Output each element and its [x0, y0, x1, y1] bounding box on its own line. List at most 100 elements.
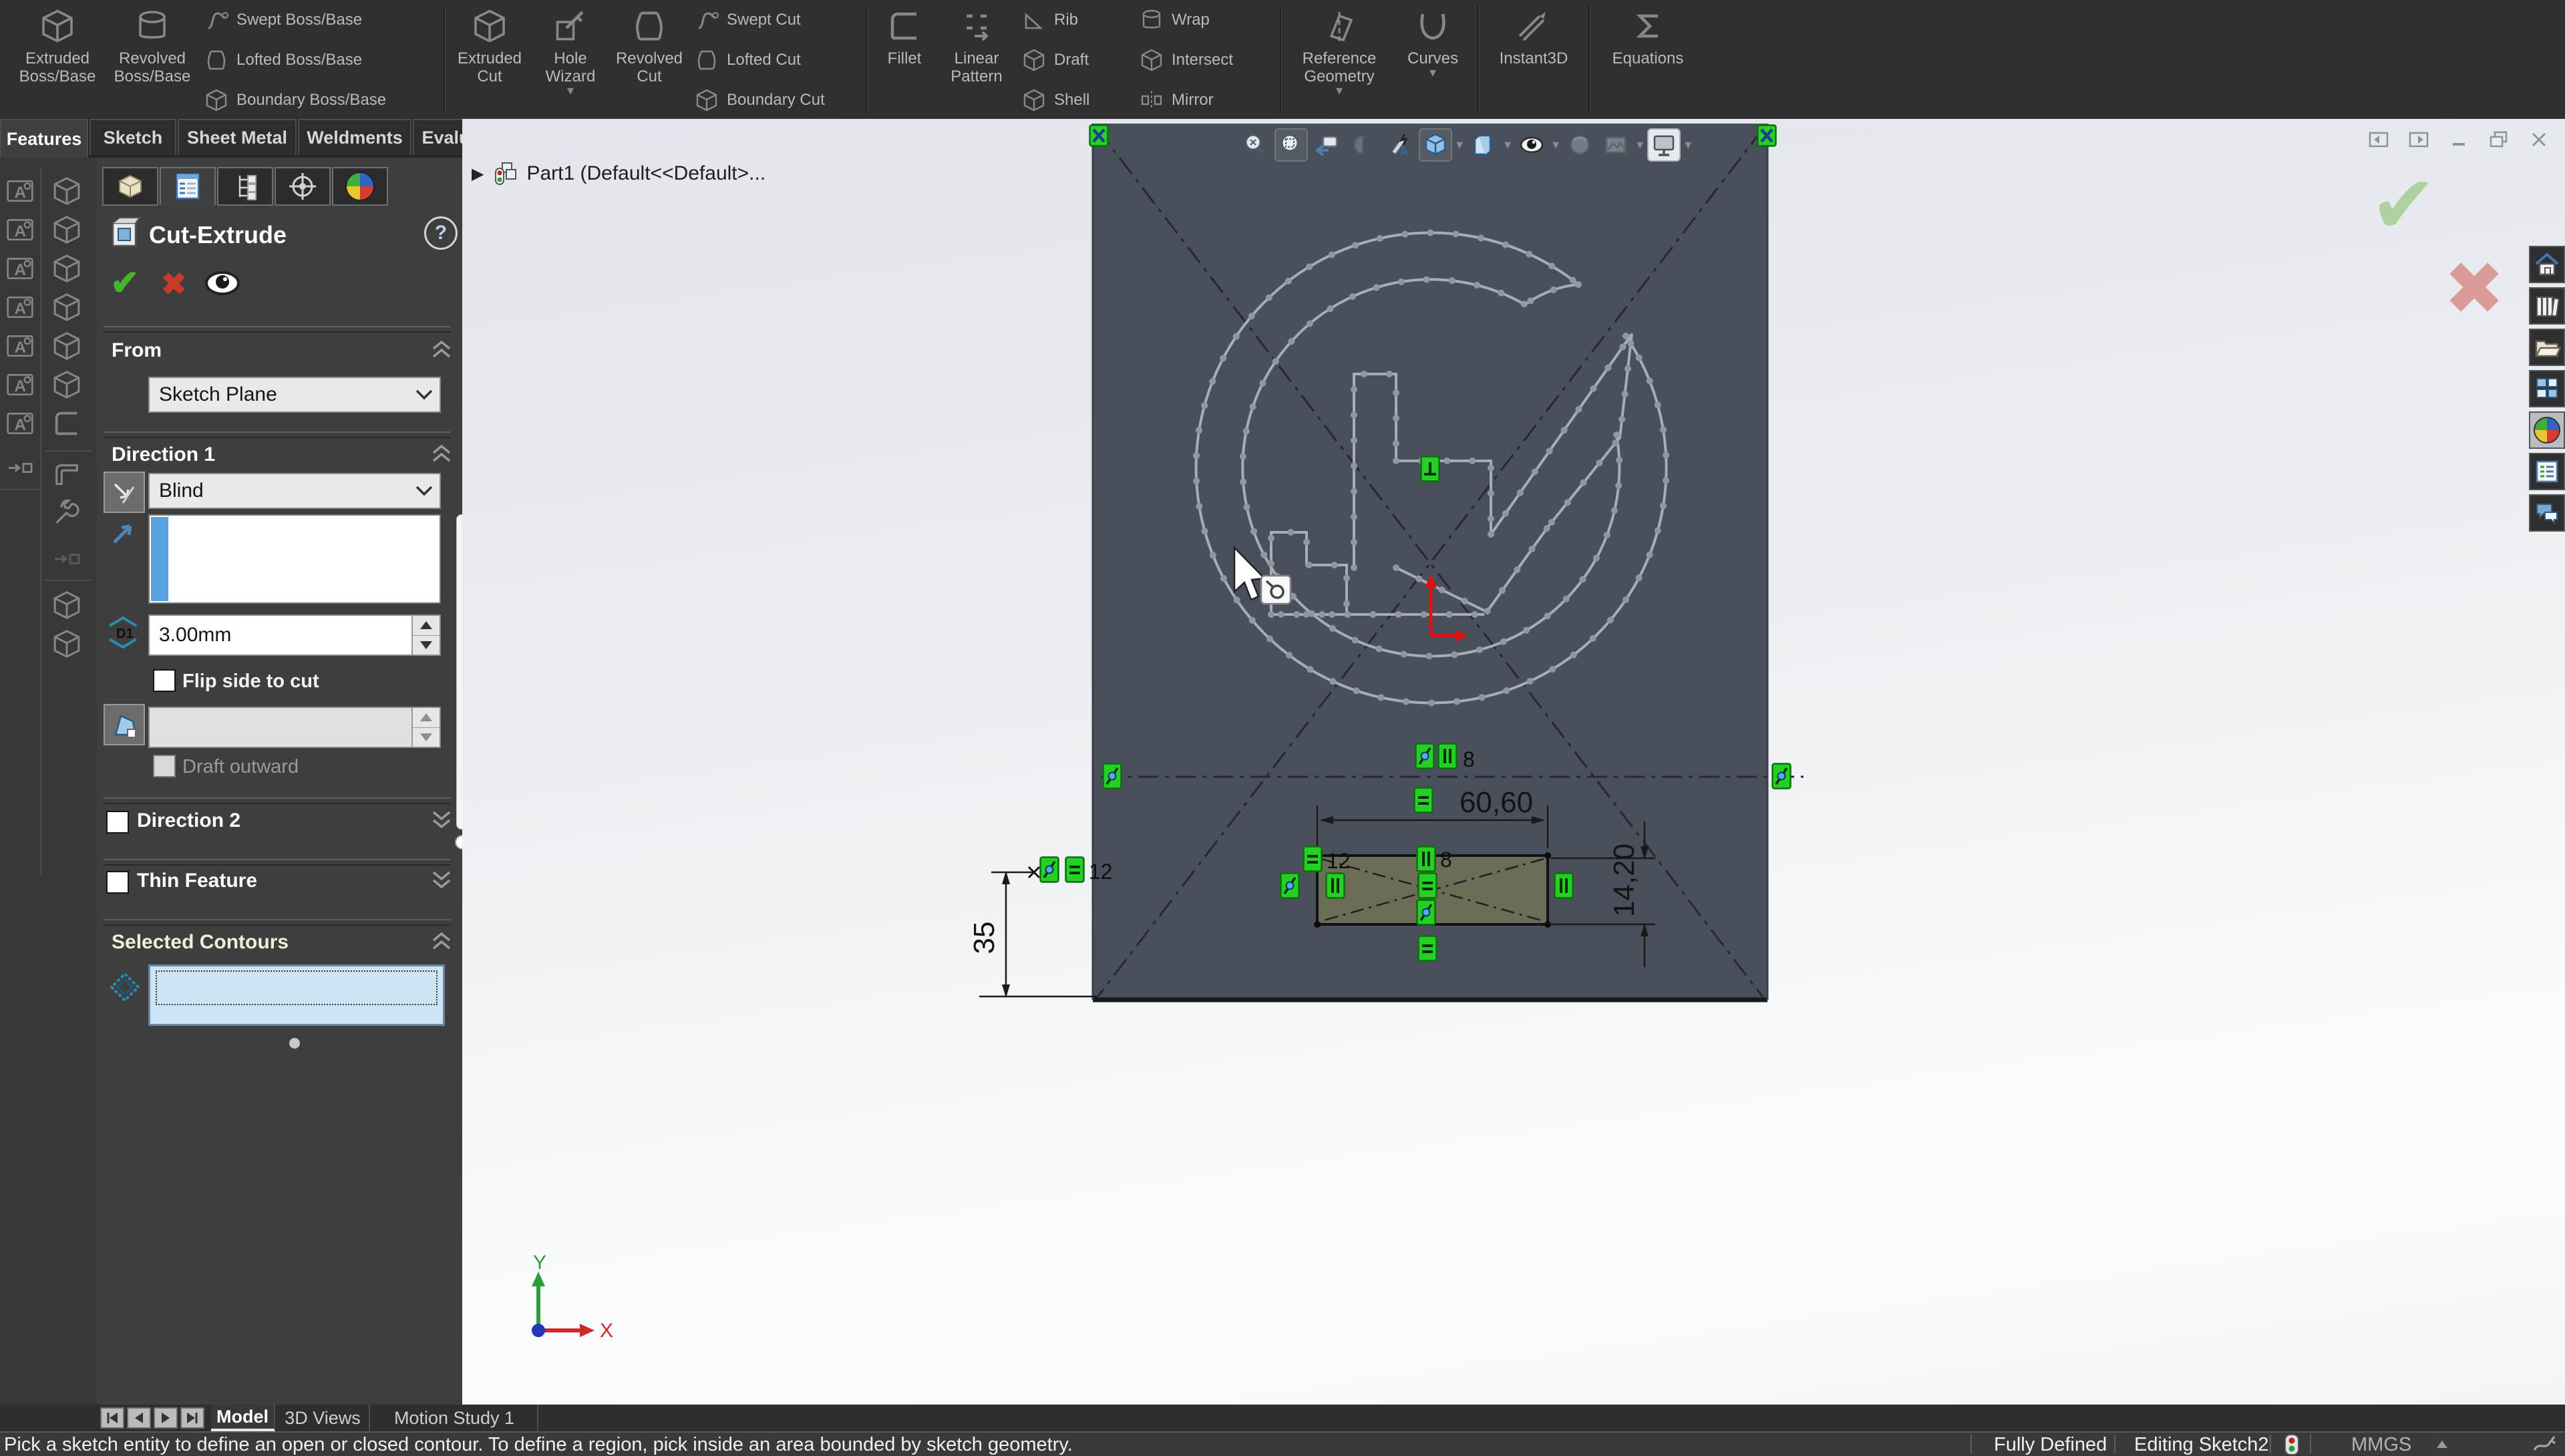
extruded-boss-base-button[interactable]: Extruded Boss/Base: [11, 8, 104, 85]
hide-show-items-caret[interactable]: ▾: [1552, 140, 1559, 150]
view-orientation-icon[interactable]: [1420, 130, 1451, 160]
view-cube-back-icon[interactable]: [51, 214, 83, 246]
reference-geometry-button[interactable]: Reference Geometry▾: [1289, 8, 1389, 96]
tab-sketch[interactable]: Sketch: [90, 119, 176, 155]
thin-feature-checkbox[interactable]: [106, 871, 129, 894]
view-cube-left-icon[interactable]: [51, 252, 83, 285]
panel-drag-dot[interactable]: [289, 1038, 300, 1049]
forum-icon[interactable]: [2529, 494, 2565, 532]
corner-relation-badge[interactable]: [1758, 126, 1776, 146]
dimension-height-value[interactable]: 14,20: [1608, 844, 1641, 917]
view-cube-front-icon[interactable]: [51, 175, 83, 207]
tab-sheet-metal[interactable]: Sheet Metal: [178, 119, 297, 155]
extruded-cut-button[interactable]: Extruded Cut: [449, 8, 530, 85]
rebuild-traffic-light-icon[interactable]: [2284, 1434, 2299, 1455]
revolved-cut-button[interactable]: Revolved Cut: [609, 8, 689, 85]
dimension-offset-value[interactable]: 35: [968, 922, 1001, 954]
display-style-icon[interactable]: [1468, 130, 1499, 160]
wrap-button[interactable]: Wrap: [1140, 7, 1210, 33]
shell-button[interactable]: Shell: [1022, 87, 1089, 114]
selected-contours-listbox[interactable]: [148, 964, 445, 1026]
linear-pattern-button[interactable]: Linear Pattern: [939, 8, 1014, 85]
collapse-chevron-icon[interactable]: [430, 443, 454, 464]
relation-parallel-badge[interactable]: [1327, 874, 1345, 898]
pen-tablet-icon[interactable]: [2532, 1434, 2558, 1454]
scroll-prev-button[interactable]: [127, 1407, 151, 1429]
lofted-cut-button[interactable]: Lofted Cut: [695, 47, 801, 73]
custom-properties-icon[interactable]: [2529, 453, 2565, 490]
featuremanager-tab[interactable]: [102, 167, 158, 206]
curves-caret[interactable]: ▾: [1429, 67, 1436, 78]
units-caret-icon[interactable]: [2437, 1441, 2447, 1448]
direction1-section-header[interactable]: Direction 1: [112, 443, 215, 466]
collapse-chevron-icon[interactable]: [430, 931, 454, 951]
sheet-metal-tool-icon[interactable]: [51, 498, 83, 530]
display-style-caret[interactable]: ▾: [1504, 140, 1511, 150]
sketch-visibility-icon[interactable]: A: [1384, 130, 1415, 160]
confirm-cancel-icon[interactable]: ✖: [2443, 246, 2505, 331]
revolved-boss-base-button[interactable]: Revolved Boss/Base: [106, 8, 199, 85]
corner-relation-badge[interactable]: [1090, 126, 1108, 146]
annotation-route-icon[interactable]: [4, 446, 36, 478]
relation-equal-badge[interactable]: [1419, 936, 1437, 961]
apply-scene-icon[interactable]: [1600, 130, 1631, 160]
design-library-icon[interactable]: [2529, 287, 2565, 325]
curves-button[interactable]: Curves▾: [1396, 8, 1470, 78]
relation-coincident-badge[interactable]: [1041, 858, 1059, 882]
help-button[interactable]: ?: [424, 216, 458, 250]
feature-frame-icon[interactable]: [51, 628, 83, 660]
boundary-cut-button[interactable]: Boundary Cut: [695, 87, 825, 114]
preview-eye-button[interactable]: [204, 268, 241, 298]
draft-button[interactable]: Draft: [1022, 47, 1089, 73]
view-orientation-caret[interactable]: ▾: [1456, 140, 1463, 150]
graphics-area[interactable]: ▶ Part1 (Default<<Default>...: [462, 119, 2565, 1405]
relation-equal-badge[interactable]: [1419, 874, 1437, 898]
expand-chevron-icon[interactable]: [430, 870, 454, 890]
boundary-boss-base-button[interactable]: Boundary Boss/Base: [204, 87, 386, 114]
annotation-burst-icon[interactable]: [4, 407, 36, 439]
swept-cut-button[interactable]: Swept Cut: [695, 7, 801, 33]
tab-features[interactable]: Features: [0, 119, 88, 158]
rib-button[interactable]: Rib: [1022, 7, 1078, 33]
cancel-button[interactable]: ✖: [161, 266, 187, 302]
reverse-direction-button[interactable]: [104, 472, 145, 513]
view-settings-caret[interactable]: ▾: [1685, 140, 1691, 150]
relation-perpendicular-badge[interactable]: [1421, 457, 1439, 482]
displaymanager-tab[interactable]: [332, 167, 388, 206]
home-icon[interactable]: [2529, 246, 2565, 283]
thin-feature-section-header[interactable]: Thin Feature: [137, 870, 257, 892]
section-view-icon[interactable]: [1348, 130, 1379, 160]
relation-coincident-badge[interactable]: [1281, 874, 1299, 898]
hole-wizard-caret[interactable]: ▾: [567, 85, 574, 96]
relation-equal-badge[interactable]: [1304, 847, 1322, 872]
configurationmanager-tab[interactable]: [217, 167, 273, 206]
instant3d-button[interactable]: Instant3D: [1487, 8, 1580, 67]
dock-left-icon[interactable]: [2367, 128, 2390, 151]
tab-3d-views[interactable]: 3D Views: [277, 1405, 370, 1431]
collapse-chevron-icon[interactable]: [430, 339, 454, 359]
direction2-checkbox[interactable]: [106, 811, 129, 834]
ok-button[interactable]: ✔: [110, 263, 140, 303]
relation-equal-badge[interactable]: [1415, 788, 1433, 813]
dimension-width-value[interactable]: 60,60: [1460, 786, 1533, 819]
annotation-add-icon[interactable]: [4, 291, 36, 323]
annotation-datum-icon[interactable]: [4, 330, 36, 362]
confirm-accept-icon[interactable]: ✔: [2370, 159, 2437, 252]
scroll-next-button[interactable]: [154, 1407, 178, 1429]
expand-chevron-icon[interactable]: [430, 809, 454, 830]
annotation-note-icon[interactable]: [4, 175, 36, 207]
restore-icon[interactable]: [2488, 128, 2510, 151]
hole-wizard-button[interactable]: Hole Wizard▾: [533, 8, 608, 96]
view-settings-icon[interactable]: [1649, 130, 1679, 160]
dock-right-icon[interactable]: [2407, 128, 2430, 151]
selected-contours-section-header[interactable]: Selected Contours: [112, 931, 289, 954]
annotation-print-icon[interactable]: [4, 369, 36, 401]
tab-model[interactable]: Model: [211, 1405, 275, 1431]
relation-parallel-badge[interactable]: [1439, 744, 1457, 769]
flip-side-checkbox[interactable]: [153, 669, 176, 692]
mirror-button[interactable]: Mirror: [1140, 87, 1214, 114]
lofted-boss-base-button[interactable]: Lofted Boss/Base: [204, 47, 362, 73]
relation-equal-badge[interactable]: [1066, 858, 1084, 882]
file-explorer-icon[interactable]: [2529, 329, 2565, 366]
from-section-header[interactable]: From: [112, 339, 162, 362]
